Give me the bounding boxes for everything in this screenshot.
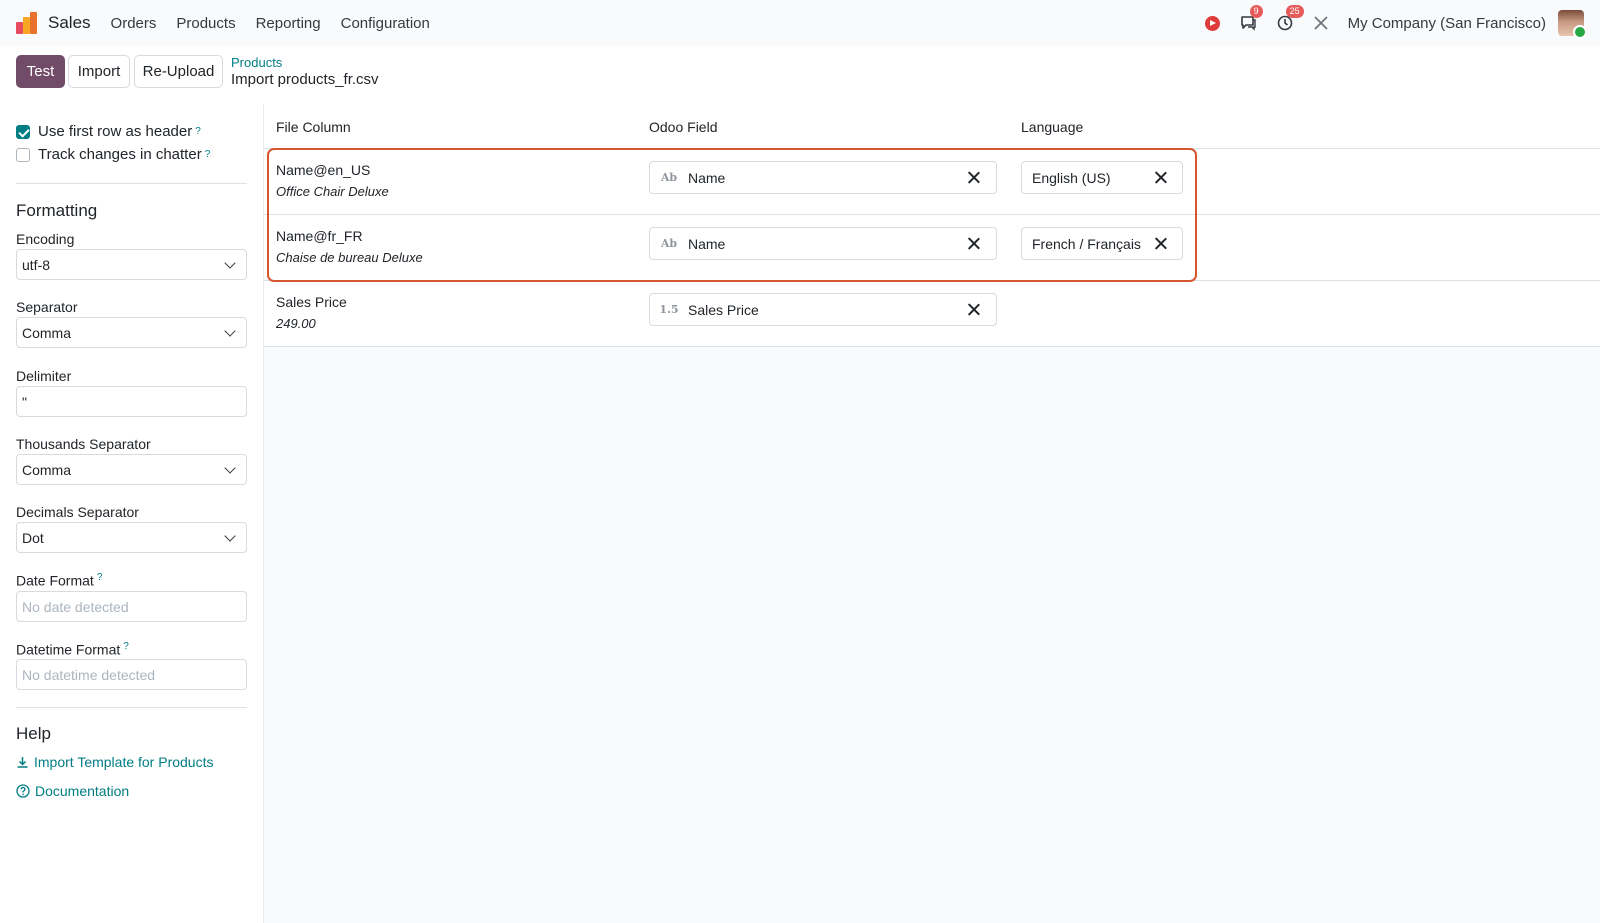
language-select[interactable]: French / Français	[1021, 227, 1183, 260]
file-column-sample: Chaise de bureau Deluxe	[276, 250, 423, 265]
separator-label: Separator	[16, 299, 78, 315]
breadcrumb-products[interactable]: Products	[231, 55, 282, 70]
thousands-separator-select[interactable]: Comma	[16, 454, 247, 485]
download-icon	[17, 756, 28, 768]
table-row: Name@en_US Office Chair Deluxe Ab Name E…	[264, 149, 1600, 215]
messages-badge: 9	[1249, 5, 1263, 18]
delimiter-value: "	[22, 393, 27, 410]
track-changes-label: Track changes in chatter	[38, 146, 202, 163]
file-column-sample: 249.00	[276, 316, 316, 331]
date-format-input[interactable]: No date detected	[16, 591, 247, 622]
chevron-down-icon	[224, 462, 236, 474]
app-brand[interactable]: Sales	[16, 12, 111, 34]
use-header-checkbox[interactable]	[16, 124, 30, 139]
help-title: Help	[16, 724, 51, 743]
sales-app-icon	[16, 12, 38, 34]
documentation-link[interactable]: Documentation	[16, 783, 129, 799]
language-value: French / Français	[1032, 235, 1141, 252]
decimals-separator-select[interactable]: Dot	[16, 522, 247, 553]
import-template-link[interactable]: Import Template for Products	[16, 754, 213, 770]
menu-configuration[interactable]: Configuration	[341, 15, 430, 32]
menu-products[interactable]: Products	[176, 15, 235, 32]
use-header-label: Use first row as header	[38, 123, 193, 140]
delimiter-label: Delimiter	[16, 368, 72, 384]
clear-field-icon[interactable]	[967, 237, 980, 250]
date-format-placeholder: No date detected	[22, 598, 129, 615]
chat-icon[interactable]: 9	[1240, 5, 1263, 32]
language-value: English (US)	[1032, 169, 1111, 186]
clear-field-icon[interactable]	[967, 171, 980, 184]
top-navbar: Sales Orders Products Reporting Configur…	[0, 0, 1600, 46]
delimiter-input[interactable]: "	[16, 386, 247, 417]
odoo-field-value: Name	[688, 169, 726, 186]
clock-icon[interactable]: 25	[1276, 5, 1304, 32]
divider	[16, 707, 247, 708]
language-select[interactable]: English (US)	[1021, 161, 1183, 194]
use-header-option[interactable]: Use first row as header ?	[16, 123, 201, 140]
formatting-title: Formatting	[16, 201, 98, 220]
decimals-separator-value: Dot	[22, 529, 44, 546]
divider	[16, 183, 247, 184]
separator-value: Comma	[22, 324, 72, 341]
header-odoo-field: Odoo Field	[649, 119, 718, 135]
help-tooltip-icon[interactable]: ?	[123, 641, 129, 652]
column-mapping-table: File Column Odoo Field Language Name@en_…	[264, 104, 1600, 923]
tools-icon[interactable]	[1312, 14, 1330, 32]
datetime-format-placeholder: No datetime detected	[22, 666, 156, 683]
test-button[interactable]: Test	[16, 55, 65, 88]
reupload-button[interactable]: Re-Upload	[134, 55, 223, 88]
header-file-column: File Column	[276, 119, 351, 135]
file-column-sample: Office Chair Deluxe	[276, 184, 389, 199]
encoding-select[interactable]: utf-8	[16, 249, 247, 280]
file-column-name: Name@fr_FR	[276, 228, 363, 244]
encoding-value: utf-8	[22, 256, 51, 273]
file-column-name: Name@en_US	[276, 162, 371, 178]
user-avatar[interactable]	[1558, 10, 1587, 39]
separator-select[interactable]: Comma	[16, 317, 247, 348]
clear-language-icon[interactable]	[1154, 171, 1167, 184]
odoo-field-select[interactable]: Ab Name	[649, 227, 997, 260]
datetime-format-input[interactable]: No datetime detected	[16, 659, 247, 690]
table-row: Sales Price 249.00 1.5 Sales Price	[264, 281, 1600, 347]
menu-orders[interactable]: Orders	[111, 15, 157, 32]
systray: 9 25 My Company (San Francisco)	[1186, 0, 1587, 46]
help-tooltip-icon[interactable]: ?	[195, 126, 201, 137]
odoo-field-value: Sales Price	[688, 301, 759, 318]
odoo-field-select[interactable]: Ab Name	[649, 161, 997, 194]
help-tooltip-icon[interactable]: ?	[205, 149, 211, 160]
chevron-down-icon	[224, 257, 236, 269]
clear-language-icon[interactable]	[1154, 237, 1167, 250]
thousands-separator-value: Comma	[22, 461, 72, 478]
clear-field-icon[interactable]	[967, 303, 980, 316]
char-type-icon: Ab	[660, 171, 678, 184]
datetime-format-label: Datetime Format?	[16, 641, 129, 658]
import-options-sidebar: Use first row as header ? Track changes …	[0, 104, 264, 923]
odoo-field-value: Name	[688, 235, 726, 252]
company-switcher[interactable]: My Company (San Francisco)	[1348, 15, 1546, 32]
record-icon[interactable]	[1204, 14, 1222, 32]
date-format-label: Date Format?	[16, 572, 103, 589]
encoding-label: Encoding	[16, 231, 75, 247]
track-changes-checkbox[interactable]	[16, 147, 30, 162]
table-header: File Column Odoo Field Language	[264, 104, 1600, 149]
odoo-field-select[interactable]: 1.5 Sales Price	[649, 293, 997, 326]
float-type-icon: 1.5	[659, 303, 679, 316]
help-tooltip-icon[interactable]: ?	[97, 572, 103, 583]
file-column-name: Sales Price	[276, 294, 347, 310]
activities-badge: 25	[1285, 5, 1304, 18]
thousands-separator-label: Thousands Separator	[16, 436, 151, 452]
app-name[interactable]: Sales	[48, 13, 91, 33]
question-circle-icon	[16, 784, 30, 798]
import-button[interactable]: Import	[68, 55, 130, 88]
track-changes-option[interactable]: Track changes in chatter ?	[16, 146, 210, 163]
decimals-separator-label: Decimals Separator	[16, 504, 139, 520]
char-type-icon: Ab	[660, 237, 678, 250]
main-menu: Orders Products Reporting Configuration	[111, 15, 450, 32]
breadcrumb-current: Import products_fr.csv	[231, 71, 379, 88]
chevron-down-icon	[224, 530, 236, 542]
table-row: Name@fr_FR Chaise de bureau Deluxe Ab Na…	[264, 215, 1600, 281]
chevron-down-icon	[224, 325, 236, 337]
menu-reporting[interactable]: Reporting	[256, 15, 321, 32]
header-language: Language	[1021, 119, 1084, 135]
